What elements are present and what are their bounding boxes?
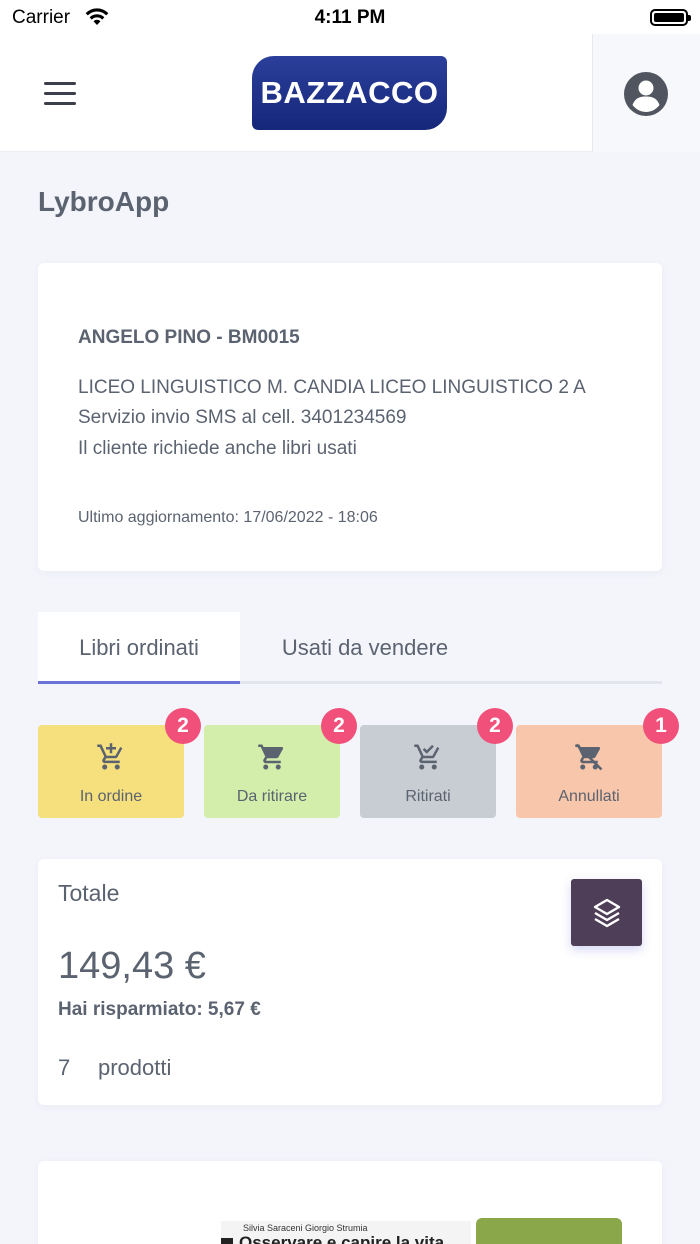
customer-name: ANGELO PINO - BM0015 <box>78 327 300 348</box>
book-card[interactable]: Silvia Saraceni Giorgio Strumia Osservar… <box>38 1161 662 1244</box>
status-tile-ritirati[interactable]: Ritirati 2 <box>360 708 513 818</box>
status-tile-da-ritirare[interactable]: Da ritirare 2 <box>204 708 357 818</box>
status-label: Da ritirare <box>236 788 308 805</box>
battery-icon <box>650 9 691 26</box>
book-cover: Silvia Saraceni Giorgio Strumia Osservar… <box>221 1221 471 1244</box>
savings-text: Hai risparmiato: 5,67 € <box>58 999 261 1020</box>
status-label: Ritirati <box>405 788 451 805</box>
status-bar: Carrier 4:11 PM <box>0 0 700 34</box>
layers-icon <box>593 898 620 927</box>
customer-school: LICEO LINGUISTICO M. CANDIA LICEO LINGUI… <box>78 377 586 398</box>
book-title: Osservare e capire la vita <box>221 1233 444 1244</box>
last-update: Ultimo aggiornamento: 17/06/2022 - 18:06 <box>78 509 378 526</box>
top-navbar: BAZZACCO <box>0 34 700 152</box>
bazzacco-logo: BAZZACCO <box>252 56 447 130</box>
cart-icon <box>97 743 123 770</box>
count-badge: 2 <box>165 708 201 744</box>
cart-check-icon <box>414 744 440 770</box>
book-action-button[interactable] <box>476 1218 622 1244</box>
hamburger-menu-icon[interactable] <box>44 82 78 106</box>
count-badge: 2 <box>477 708 513 744</box>
status-label: In ordine <box>79 788 143 805</box>
total-amount: 149,43 € <box>58 945 206 987</box>
tab-libri-ordinati[interactable]: Libri ordinati <box>38 612 240 684</box>
customer-sms: Servizio invio SMS al cell. 3401234569 <box>78 407 407 428</box>
layers-button[interactable] <box>571 879 642 946</box>
customer-card: ANGELO PINO - BM0015 LICEO LINGUISTICO M… <box>38 263 662 571</box>
cart-icon <box>258 744 284 770</box>
book-authors: Silvia Saraceni Giorgio Strumia <box>243 1223 368 1233</box>
product-count: 7 <box>58 1055 71 1080</box>
tab-usati-da-vendere[interactable]: Usati da vendere <box>240 612 490 684</box>
totals-card: Totale 149,43 € Hai risparmiato: 5,67 € … <box>38 859 662 1105</box>
total-label: Totale <box>58 880 120 906</box>
logo-text: BAZZACCO <box>260 75 439 110</box>
customer-used-books: Il cliente richiede anche libri usati <box>78 438 357 459</box>
clock: 4:11 PM <box>314 7 386 28</box>
status-label: Annullati <box>558 788 620 805</box>
tab-label: Libri ordinati <box>79 635 199 660</box>
page-title: LybroApp <box>38 186 170 217</box>
tab-label: Usati da vendere <box>281 635 449 660</box>
status-tile-annullati[interactable]: Annullati 1 <box>516 708 679 818</box>
user-avatar-icon <box>624 72 668 116</box>
status-tile-in-ordine[interactable]: In ordine 2 <box>38 708 201 818</box>
profile-button[interactable] <box>592 34 700 152</box>
count-badge: 1 <box>643 708 679 744</box>
cart-remove-icon <box>575 743 603 771</box>
product-count-label: prodotti <box>98 1055 172 1080</box>
tab-bar: Libri ordinati Usati da vendere <box>38 612 662 684</box>
count-badge: 2 <box>321 708 357 744</box>
